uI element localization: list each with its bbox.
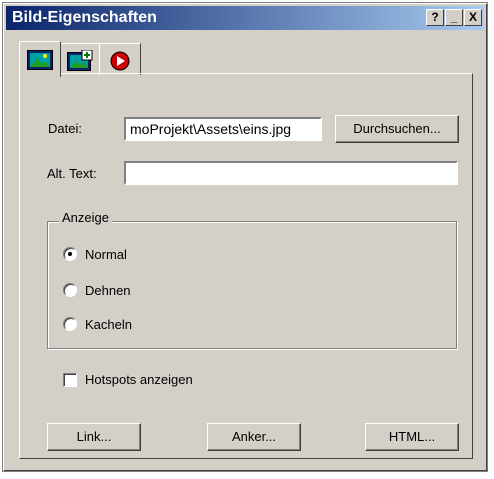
radio-stretch-label[interactable]: Dehnen <box>85 283 131 298</box>
dialog-title: Bild-Eigenschaften <box>12 9 157 26</box>
dialog-window: Bild-Eigenschaften ? _ X Datei: moProjek… <box>2 2 488 472</box>
file-input[interactable]: moProjekt\Assets\eins.jpg <box>124 117 322 141</box>
display-group-title: Anzeige <box>59 210 112 225</box>
image-icon <box>27 50 53 70</box>
title-bar[interactable]: Bild-Eigenschaften ? _ X <box>6 6 484 30</box>
browse-button[interactable]: Durchsuchen... <box>335 115 459 143</box>
close-button[interactable]: X <box>464 9 482 26</box>
radio-tile-label[interactable]: Kacheln <box>85 317 132 332</box>
image-add-icon <box>67 50 93 71</box>
alt-text-input[interactable] <box>124 161 458 185</box>
html-button[interactable]: HTML... <box>365 423 459 451</box>
radio-tile[interactable] <box>63 317 77 331</box>
hotspots-label[interactable]: Hotspots anzeigen <box>85 372 193 387</box>
tab-media[interactable] <box>99 43 141 75</box>
radio-normal[interactable] <box>63 247 77 261</box>
play-icon <box>110 51 130 71</box>
radio-stretch[interactable] <box>63 283 77 297</box>
link-button[interactable]: Link... <box>47 423 141 451</box>
file-label: Datei: <box>48 121 82 136</box>
hotspots-checkbox[interactable] <box>63 373 77 387</box>
radio-normal-label[interactable]: Normal <box>85 247 127 262</box>
alt-text-label: Alt. Text: <box>47 166 97 181</box>
tab-image[interactable] <box>19 41 61 77</box>
tab-image-add[interactable] <box>59 43 101 75</box>
minimize-button[interactable]: _ <box>445 9 463 26</box>
radio-selected-dot <box>68 252 72 256</box>
help-button[interactable]: ? <box>426 9 444 26</box>
anchor-button[interactable]: Anker... <box>207 423 301 451</box>
